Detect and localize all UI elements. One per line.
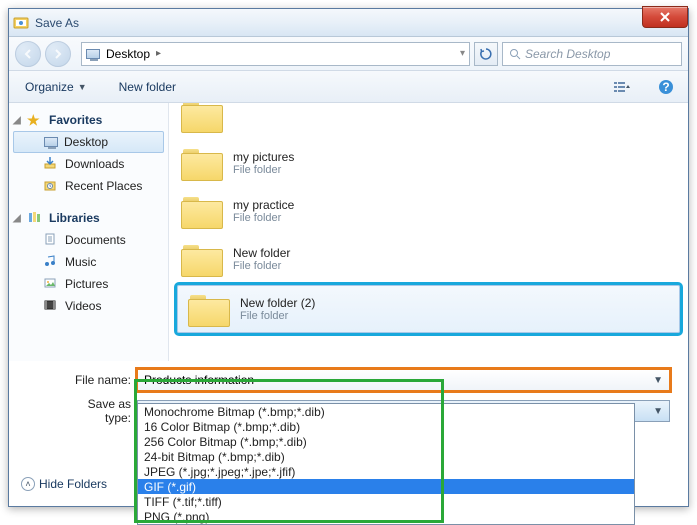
breadcrumb-location[interactable]: Desktop [106, 47, 150, 61]
collapse-icon: ◢ [13, 213, 21, 224]
filetype-option[interactable]: JPEG (*.jpg;*.jpeg;*.jpe;*.jfif) [138, 464, 634, 479]
view-options-button[interactable] [608, 75, 636, 99]
back-button[interactable] [15, 41, 41, 67]
favorites-header[interactable]: ◢ ★ Favorites [9, 109, 168, 131]
close-button[interactable] [642, 6, 688, 28]
chevron-down-icon[interactable]: ▼ [653, 406, 663, 417]
svg-text:?: ? [662, 80, 669, 94]
sidebar-item-pictures[interactable]: Pictures [9, 273, 168, 295]
sidebar-item-recent[interactable]: Recent Places [9, 175, 168, 197]
breadcrumb-separator[interactable]: ▸ [156, 48, 161, 59]
sidebar-item-desktop[interactable]: Desktop [13, 131, 164, 153]
libraries-icon [27, 210, 43, 226]
folder-icon [181, 241, 223, 277]
list-item[interactable]: New folder File folder [169, 235, 688, 283]
hide-folders-button[interactable]: ˄ Hide Folders [21, 477, 107, 491]
filename-label: File name: [59, 373, 131, 387]
desktop-icon [86, 49, 100, 59]
folder-icon [181, 193, 223, 229]
navigation-pane: ◢ ★ Favorites Desktop Downloads Recent P… [9, 103, 169, 361]
chevron-down-icon[interactable]: ▾ [460, 48, 465, 59]
libraries-header[interactable]: ◢ Libraries [9, 207, 168, 229]
star-icon: ★ [27, 112, 43, 128]
search-placeholder: Search Desktop [525, 47, 610, 61]
list-item[interactable]: my pictures File folder [169, 139, 688, 187]
list-item[interactable] [169, 103, 688, 139]
search-input[interactable]: Search Desktop [502, 42, 682, 66]
search-icon [509, 48, 521, 60]
collapse-icon: ◢ [13, 115, 21, 126]
chevron-down-icon[interactable]: ▼ [653, 375, 663, 386]
filetype-option-selected[interactable]: GIF (*.gif) [138, 479, 634, 494]
help-button[interactable]: ? [652, 75, 680, 99]
filetype-option[interactable]: PNG (*.png) [138, 509, 634, 524]
sidebar-item-downloads[interactable]: Downloads [9, 153, 168, 175]
titlebar: Save As [9, 9, 688, 37]
folder-icon [181, 145, 223, 181]
downloads-icon [43, 156, 59, 172]
pictures-icon [43, 276, 59, 292]
new-folder-button[interactable]: New folder [111, 76, 184, 98]
list-item[interactable]: my practice File folder [169, 187, 688, 235]
filetype-option[interactable]: 16 Color Bitmap (*.bmp;*.dib) [138, 419, 634, 434]
app-icon [13, 15, 29, 31]
forward-button[interactable] [45, 41, 71, 67]
refresh-button[interactable] [474, 42, 498, 66]
organize-menu[interactable]: Organize ▼ [17, 76, 95, 98]
folder-icon [188, 291, 230, 327]
body-split: ◢ ★ Favorites Desktop Downloads Recent P… [9, 103, 688, 361]
savetype-label: Save as type: [59, 397, 131, 425]
save-as-dialog: Save As Desktop ▸ ▾ Search Desktop Organ… [8, 8, 689, 507]
address-bar[interactable]: Desktop ▸ ▾ [81, 42, 470, 66]
sidebar-item-documents[interactable]: Documents [9, 229, 168, 251]
filetype-option[interactable]: Monochrome Bitmap (*.bmp;*.dib) [138, 404, 634, 419]
sidebar-item-videos[interactable]: Videos [9, 295, 168, 317]
sidebar-item-music[interactable]: Music [9, 251, 168, 273]
navigation-bar: Desktop ▸ ▾ Search Desktop [9, 37, 688, 71]
savetype-dropdown[interactable]: Monochrome Bitmap (*.bmp;*.dib) 16 Color… [137, 403, 635, 525]
filename-input[interactable]: Products information ▼ [137, 369, 670, 391]
documents-icon [43, 232, 59, 248]
filetype-option[interactable]: 24-bit Bitmap (*.bmp;*.dib) [138, 449, 634, 464]
filetype-option[interactable]: 256 Color Bitmap (*.bmp;*.dib) [138, 434, 634, 449]
recent-icon [43, 178, 59, 194]
music-icon [43, 254, 59, 270]
chevron-up-icon: ˄ [21, 477, 35, 491]
chevron-down-icon: ▼ [78, 82, 87, 92]
filetype-option[interactable]: TIFF (*.tif;*.tiff) [138, 494, 634, 509]
file-list[interactable]: my pictures File folder my practice File… [169, 103, 688, 361]
folder-icon [181, 103, 223, 133]
desktop-icon [44, 137, 58, 147]
list-item-selected[interactable]: New folder (2) File folder [177, 285, 680, 333]
filename-row: File name: Products information ▼ [59, 369, 670, 391]
videos-icon [43, 298, 59, 314]
toolbar: Organize ▼ New folder ? [9, 71, 688, 103]
window-title: Save As [35, 16, 79, 30]
